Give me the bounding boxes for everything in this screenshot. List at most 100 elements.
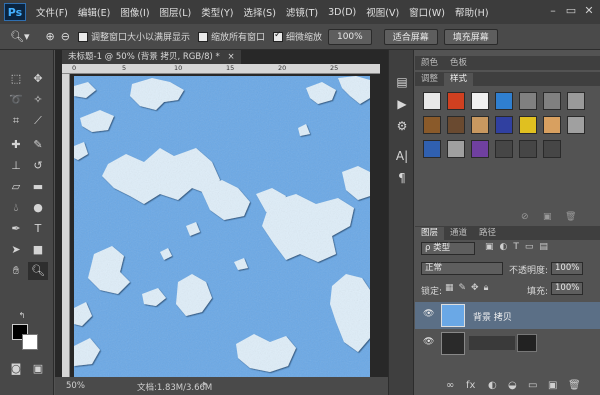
document-tab[interactable]: 未标题-1 @ 50% (背景 拷贝, RGB/8) * × — [62, 50, 241, 64]
pen-tool-icon[interactable]: ✒ — [6, 220, 26, 238]
blur-tool-icon[interactable]: 💧︎ — [6, 199, 26, 217]
style-swatch[interactable] — [543, 116, 561, 134]
hand-tool-icon[interactable]: ✋︎ — [6, 262, 26, 280]
minimize-button[interactable]: – — [546, 4, 560, 18]
gradient-tool-icon[interactable]: ▬ — [28, 178, 48, 196]
swap-colors-icon[interactable]: ↰ — [12, 310, 32, 322]
adjustment-layer-icon[interactable]: ◒ — [508, 380, 517, 391]
fill-input[interactable]: 100% — [551, 282, 583, 295]
fit-screen-button[interactable]: 适合屏幕 — [383, 28, 438, 45]
delete-layer-icon[interactable]: 🗑 — [568, 380, 581, 391]
opacity-input[interactable]: 100% — [551, 262, 583, 275]
lock-icons[interactable]: ▦✎✥🔒︎ — [445, 283, 493, 293]
visibility-eye-icon[interactable]: 👁︎ — [423, 309, 434, 319]
layer-name[interactable]: 背景 拷贝 — [473, 310, 512, 323]
tab-channels[interactable]: 通道 — [444, 227, 473, 240]
document-canvas[interactable] — [74, 76, 370, 377]
marquee-tool-icon[interactable]: ⬚ — [6, 70, 26, 88]
fill-screen-button[interactable]: 填充屏幕 — [443, 28, 498, 45]
character-panel-icon[interactable]: A| — [394, 148, 410, 164]
style-swatch[interactable] — [423, 140, 441, 158]
blend-mode-select[interactable]: 正常 — [421, 262, 503, 275]
tab-adjustments[interactable]: 调整 — [415, 73, 444, 86]
zoom-100-button[interactable]: 100% — [327, 28, 372, 45]
history-brush-tool-icon[interactable]: ↺ — [28, 157, 48, 175]
path-selection-tool-icon[interactable]: ➤ — [6, 241, 26, 259]
tab-layers[interactable]: 图层 — [415, 227, 445, 240]
layer-row[interactable]: 👁︎ 背景 拷贝 — [415, 302, 600, 329]
menu-window[interactable]: 窗口(W) — [409, 5, 445, 19]
zoom-all-option[interactable]: 缩放所有窗口 — [197, 30, 265, 43]
style-swatch[interactable] — [447, 92, 465, 110]
menu-layer[interactable]: 图层(L) — [160, 5, 192, 19]
zoom-tool-preset-icon[interactable]: 🔍︎▾ — [10, 30, 30, 43]
style-swatch[interactable] — [543, 92, 561, 110]
style-swatch[interactable] — [519, 92, 537, 110]
magic-wand-tool-icon[interactable]: ✧ — [28, 91, 48, 109]
dodge-tool-icon[interactable]: ● — [28, 199, 48, 217]
eraser-tool-icon[interactable]: ▱ — [6, 178, 26, 196]
style-swatch[interactable] — [471, 140, 489, 158]
menu-type[interactable]: 类型(Y) — [201, 5, 233, 19]
resize-windows-option[interactable]: 调整窗口大小以满屏显示 — [77, 30, 190, 43]
move-tool-icon[interactable]: ✥ — [28, 70, 48, 88]
paragraph-panel-icon[interactable]: ¶ — [394, 170, 410, 186]
zoom-tool-icon[interactable]: 🔍︎ — [28, 262, 48, 280]
menu-file[interactable]: 文件(F) — [36, 5, 68, 19]
tab-color[interactable]: 颜色 — [415, 57, 444, 70]
delete-style-icon[interactable]: 🗑 — [565, 212, 576, 222]
menu-image[interactable]: 图像(I) — [120, 5, 149, 19]
document-tab-close-icon[interactable]: × — [227, 52, 234, 62]
style-swatch[interactable] — [519, 116, 537, 134]
type-tool-icon[interactable]: T — [28, 220, 48, 238]
history-panel-icon[interactable]: ▤ — [394, 74, 410, 90]
crop-tool-icon[interactable]: ⌗ — [6, 112, 26, 130]
actions-panel-icon[interactable]: ▶ — [394, 96, 410, 112]
menu-3d[interactable]: 3D(D) — [328, 7, 356, 18]
zoom-all-checkbox[interactable] — [197, 31, 208, 42]
style-swatch[interactable] — [423, 116, 441, 134]
style-swatch[interactable] — [423, 92, 441, 110]
close-button[interactable]: ✕ — [582, 4, 596, 18]
zoom-out-icon[interactable]: ⊖ — [61, 30, 70, 43]
layer-row[interactable]: 👁︎ — [415, 330, 600, 357]
clear-style-icon[interactable]: ⊘ — [521, 212, 529, 222]
maximize-button[interactable]: ▭ — [564, 4, 578, 18]
zoom-in-icon[interactable]: ⊕ — [46, 30, 55, 43]
style-swatch[interactable] — [495, 116, 513, 134]
style-swatch[interactable] — [567, 92, 585, 110]
tab-paths[interactable]: 路径 — [473, 227, 502, 240]
resize-windows-checkbox[interactable] — [77, 31, 88, 42]
new-layer-icon[interactable]: ▣ — [548, 380, 557, 391]
menu-view[interactable]: 视图(V) — [366, 5, 399, 19]
menu-filter[interactable]: 滤镜(T) — [286, 5, 318, 19]
link-layers-icon[interactable]: ∞ — [446, 380, 454, 391]
style-swatch[interactable] — [495, 92, 513, 110]
status-menu-arrow-icon[interactable]: ▸ — [203, 379, 207, 389]
rectangle-tool-icon[interactable]: ■ — [28, 241, 48, 259]
new-group-icon[interactable]: ▭ — [528, 380, 537, 391]
style-swatch[interactable] — [495, 140, 513, 158]
layer-filter-icons[interactable]: ▣◐T▭▤ — [485, 242, 554, 252]
tab-swatches[interactable]: 色板 — [444, 57, 473, 70]
style-swatch[interactable] — [543, 140, 561, 158]
menu-edit[interactable]: 编辑(E) — [78, 5, 110, 19]
style-swatch[interactable] — [567, 116, 585, 134]
add-mask-icon[interactable]: ◐ — [488, 380, 497, 391]
style-swatch[interactable] — [519, 140, 537, 158]
scrubby-zoom-option[interactable]: 细微缩放 — [272, 30, 322, 43]
style-swatch[interactable] — [447, 116, 465, 134]
visibility-eye-icon[interactable]: 👁︎ — [423, 337, 434, 347]
menu-help[interactable]: 帮助(H) — [455, 5, 489, 19]
clone-stamp-tool-icon[interactable]: ⊥ — [6, 157, 26, 175]
style-swatch[interactable] — [471, 116, 489, 134]
layer-kind-filter[interactable]: ρ 类型 — [421, 242, 475, 255]
background-color-swatch[interactable] — [22, 334, 38, 350]
menu-select[interactable]: 选择(S) — [243, 5, 275, 19]
zoom-level[interactable]: 50% — [66, 381, 85, 391]
screen-mode-icon[interactable]: ▣ — [28, 360, 48, 378]
eyedropper-tool-icon[interactable]: ⟋ — [28, 112, 48, 130]
tool-presets-icon[interactable]: ⚙ — [394, 118, 410, 134]
lasso-tool-icon[interactable]: ➰ — [6, 91, 26, 109]
tab-styles[interactable]: 样式 — [444, 73, 474, 86]
